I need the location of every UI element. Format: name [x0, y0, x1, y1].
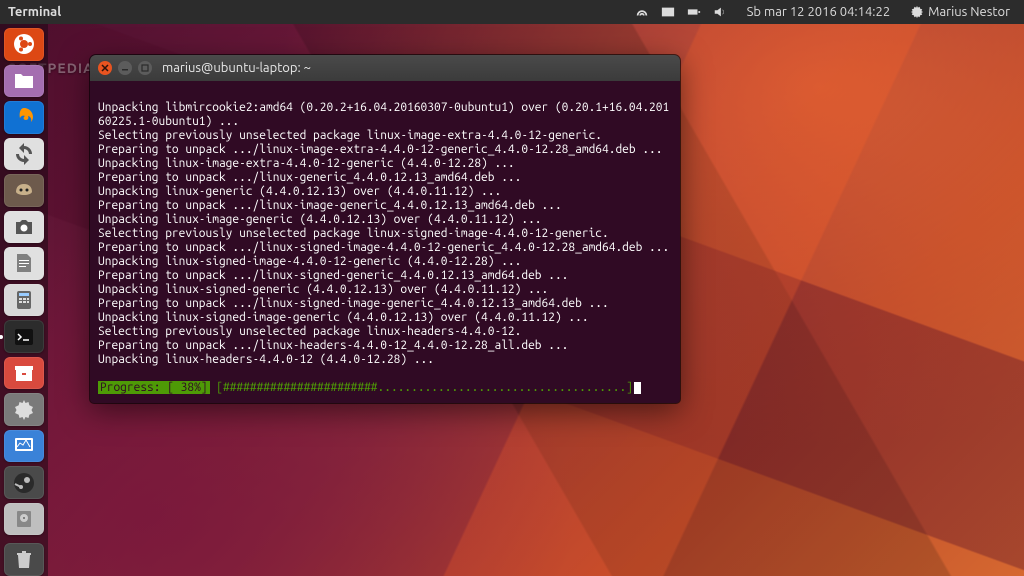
- launcher-archive[interactable]: [4, 357, 44, 390]
- launcher-screenshot[interactable]: [4, 211, 44, 244]
- terminal-line: Selecting previously unselected package …: [98, 325, 672, 339]
- network-icon[interactable]: [635, 5, 649, 19]
- active-app-name: Terminal: [8, 5, 61, 19]
- launcher-monitor[interactable]: [4, 430, 44, 463]
- terminal-line: Preparing to unpack .../linux-image-gene…: [98, 199, 672, 213]
- clock[interactable]: Sb mar 12 2016 04:14:22: [747, 5, 891, 19]
- launcher-dash[interactable]: [4, 28, 44, 61]
- gear-icon: [910, 5, 924, 19]
- launcher-updater[interactable]: [4, 138, 44, 171]
- terminal-line: Preparing to unpack .../linux-signed-gen…: [98, 269, 672, 283]
- terminal-line: Unpacking linux-signed-image-4.4.0-12-ge…: [98, 255, 672, 269]
- launcher-gimp[interactable]: [4, 174, 44, 207]
- terminal-output[interactable]: Unpacking libmircookie2:amd64 (0.20.2+16…: [90, 81, 680, 403]
- terminal-line: Preparing to unpack .../linux-generic_4.…: [98, 171, 672, 185]
- terminal-line: Unpacking libmircookie2:amd64 (0.20.2+16…: [98, 101, 672, 129]
- terminal-line: Unpacking linux-image-extra-4.4.0-12-gen…: [98, 157, 672, 171]
- launcher-trash[interactable]: [4, 543, 44, 576]
- terminal-line: Preparing to unpack .../linux-image-extr…: [98, 143, 672, 157]
- launcher-settings[interactable]: [4, 393, 44, 426]
- launcher-terminal[interactable]: [4, 320, 44, 353]
- terminal-line: Unpacking linux-signed-image-generic (4.…: [98, 311, 672, 325]
- launcher-calculator[interactable]: [4, 284, 44, 317]
- terminal-line: Unpacking linux-signed-generic (4.4.0.12…: [98, 283, 672, 297]
- user-menu[interactable]: Marius Nestor: [910, 5, 1010, 19]
- terminal-line: Preparing to unpack .../linux-signed-ima…: [98, 241, 672, 255]
- window-title: marius@ubuntu-laptop: ~: [162, 61, 311, 75]
- mail-icon[interactable]: [661, 5, 675, 19]
- window-close-button[interactable]: [98, 61, 112, 75]
- terminal-line: Preparing to unpack .../linux-signed-ima…: [98, 297, 672, 311]
- user-name: Marius Nestor: [928, 5, 1010, 19]
- terminal-window[interactable]: marius@ubuntu-laptop: ~ Unpacking libmir…: [90, 55, 680, 403]
- apt-progress: Progress: [ 38%] [######################…: [98, 381, 672, 395]
- terminal-line: Preparing to unpack .../linux-headers-4.…: [98, 339, 672, 353]
- launcher-texteditor[interactable]: [4, 247, 44, 280]
- launcher-disks[interactable]: [4, 503, 44, 536]
- top-menubar: Terminal Sb mar 12 2016 04:14:22 Marius …: [0, 0, 1024, 24]
- terminal-line: Unpacking linux-headers-4.4.0-12 (4.4.0-…: [98, 353, 672, 367]
- launcher-firefox[interactable]: [4, 101, 44, 134]
- terminal-line: Unpacking linux-generic (4.4.0.12.13) ov…: [98, 185, 672, 199]
- terminal-line: Selecting previously unselected package …: [98, 227, 672, 241]
- volume-icon[interactable]: [713, 5, 727, 19]
- launcher-files[interactable]: [4, 65, 44, 98]
- launcher-steam[interactable]: [4, 466, 44, 499]
- window-maximize-button[interactable]: [138, 61, 152, 75]
- window-minimize-button[interactable]: [118, 61, 132, 75]
- battery-icon[interactable]: [687, 5, 701, 19]
- window-titlebar[interactable]: marius@ubuntu-laptop: ~: [90, 55, 680, 81]
- terminal-line: Unpacking linux-image-generic (4.4.0.12.…: [98, 213, 672, 227]
- unity-launcher: [0, 24, 48, 576]
- terminal-line: Selecting previously unselected package …: [98, 129, 672, 143]
